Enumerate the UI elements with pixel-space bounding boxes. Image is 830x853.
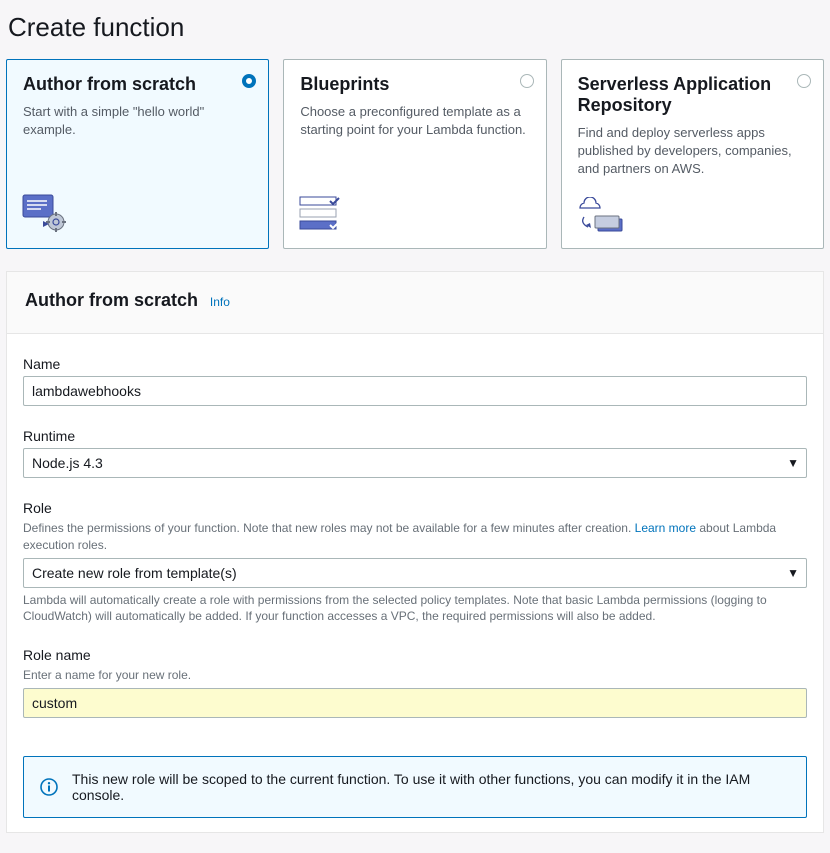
- radio-unselected-icon: [797, 74, 811, 88]
- section-title: Author from scratch: [25, 290, 198, 310]
- role-name-hint: Enter a name for your new role.: [23, 667, 807, 684]
- role-name-label: Role name: [23, 647, 807, 663]
- serverless-icon: [576, 197, 628, 238]
- name-label: Name: [23, 356, 807, 372]
- page-title: Create function: [8, 12, 824, 43]
- info-box-text: This new role will be scoped to the curr…: [72, 771, 790, 803]
- scratch-icon: [21, 193, 69, 238]
- field-role: Role Defines the permissions of your fun…: [23, 500, 807, 625]
- card-title: Author from scratch: [23, 74, 252, 95]
- card-description: Find and deploy serverless apps publishe…: [578, 124, 807, 179]
- role-label: Role: [23, 500, 807, 516]
- option-cards-row: Author from scratch Start with a simple …: [6, 59, 824, 249]
- runtime-label: Runtime: [23, 428, 807, 444]
- radio-selected-icon: [242, 74, 256, 88]
- card-serverless-repo[interactable]: Serverless Application Repository Find a…: [561, 59, 824, 249]
- role-name-input[interactable]: [23, 688, 807, 718]
- card-author-from-scratch[interactable]: Author from scratch Start with a simple …: [6, 59, 269, 249]
- role-hint: Defines the permissions of your function…: [23, 520, 807, 554]
- info-icon: [40, 778, 58, 796]
- card-blueprints[interactable]: Blueprints Choose a preconfigured templa…: [283, 59, 546, 249]
- author-section: Author from scratch Info Name Runtime No…: [6, 271, 824, 833]
- role-hint-below: Lambda will automatically create a role …: [23, 592, 807, 626]
- info-link[interactable]: Info: [210, 295, 230, 309]
- role-select[interactable]: Create new role from template(s): [23, 558, 807, 588]
- card-description: Choose a preconfigured template as a sta…: [300, 103, 529, 139]
- runtime-select[interactable]: Node.js 4.3: [23, 448, 807, 478]
- field-runtime: Runtime Node.js 4.3 ▼: [23, 428, 807, 478]
- card-title: Blueprints: [300, 74, 529, 95]
- radio-unselected-icon: [520, 74, 534, 88]
- blueprints-icon: [298, 195, 346, 238]
- info-box: This new role will be scoped to the curr…: [23, 756, 807, 818]
- field-name: Name: [23, 356, 807, 406]
- learn-more-link[interactable]: Learn more: [635, 521, 696, 535]
- name-input[interactable]: [23, 376, 807, 406]
- card-title: Serverless Application Repository: [578, 74, 807, 116]
- section-header: Author from scratch Info: [7, 271, 823, 334]
- card-description: Start with a simple "hello world" exampl…: [23, 103, 252, 139]
